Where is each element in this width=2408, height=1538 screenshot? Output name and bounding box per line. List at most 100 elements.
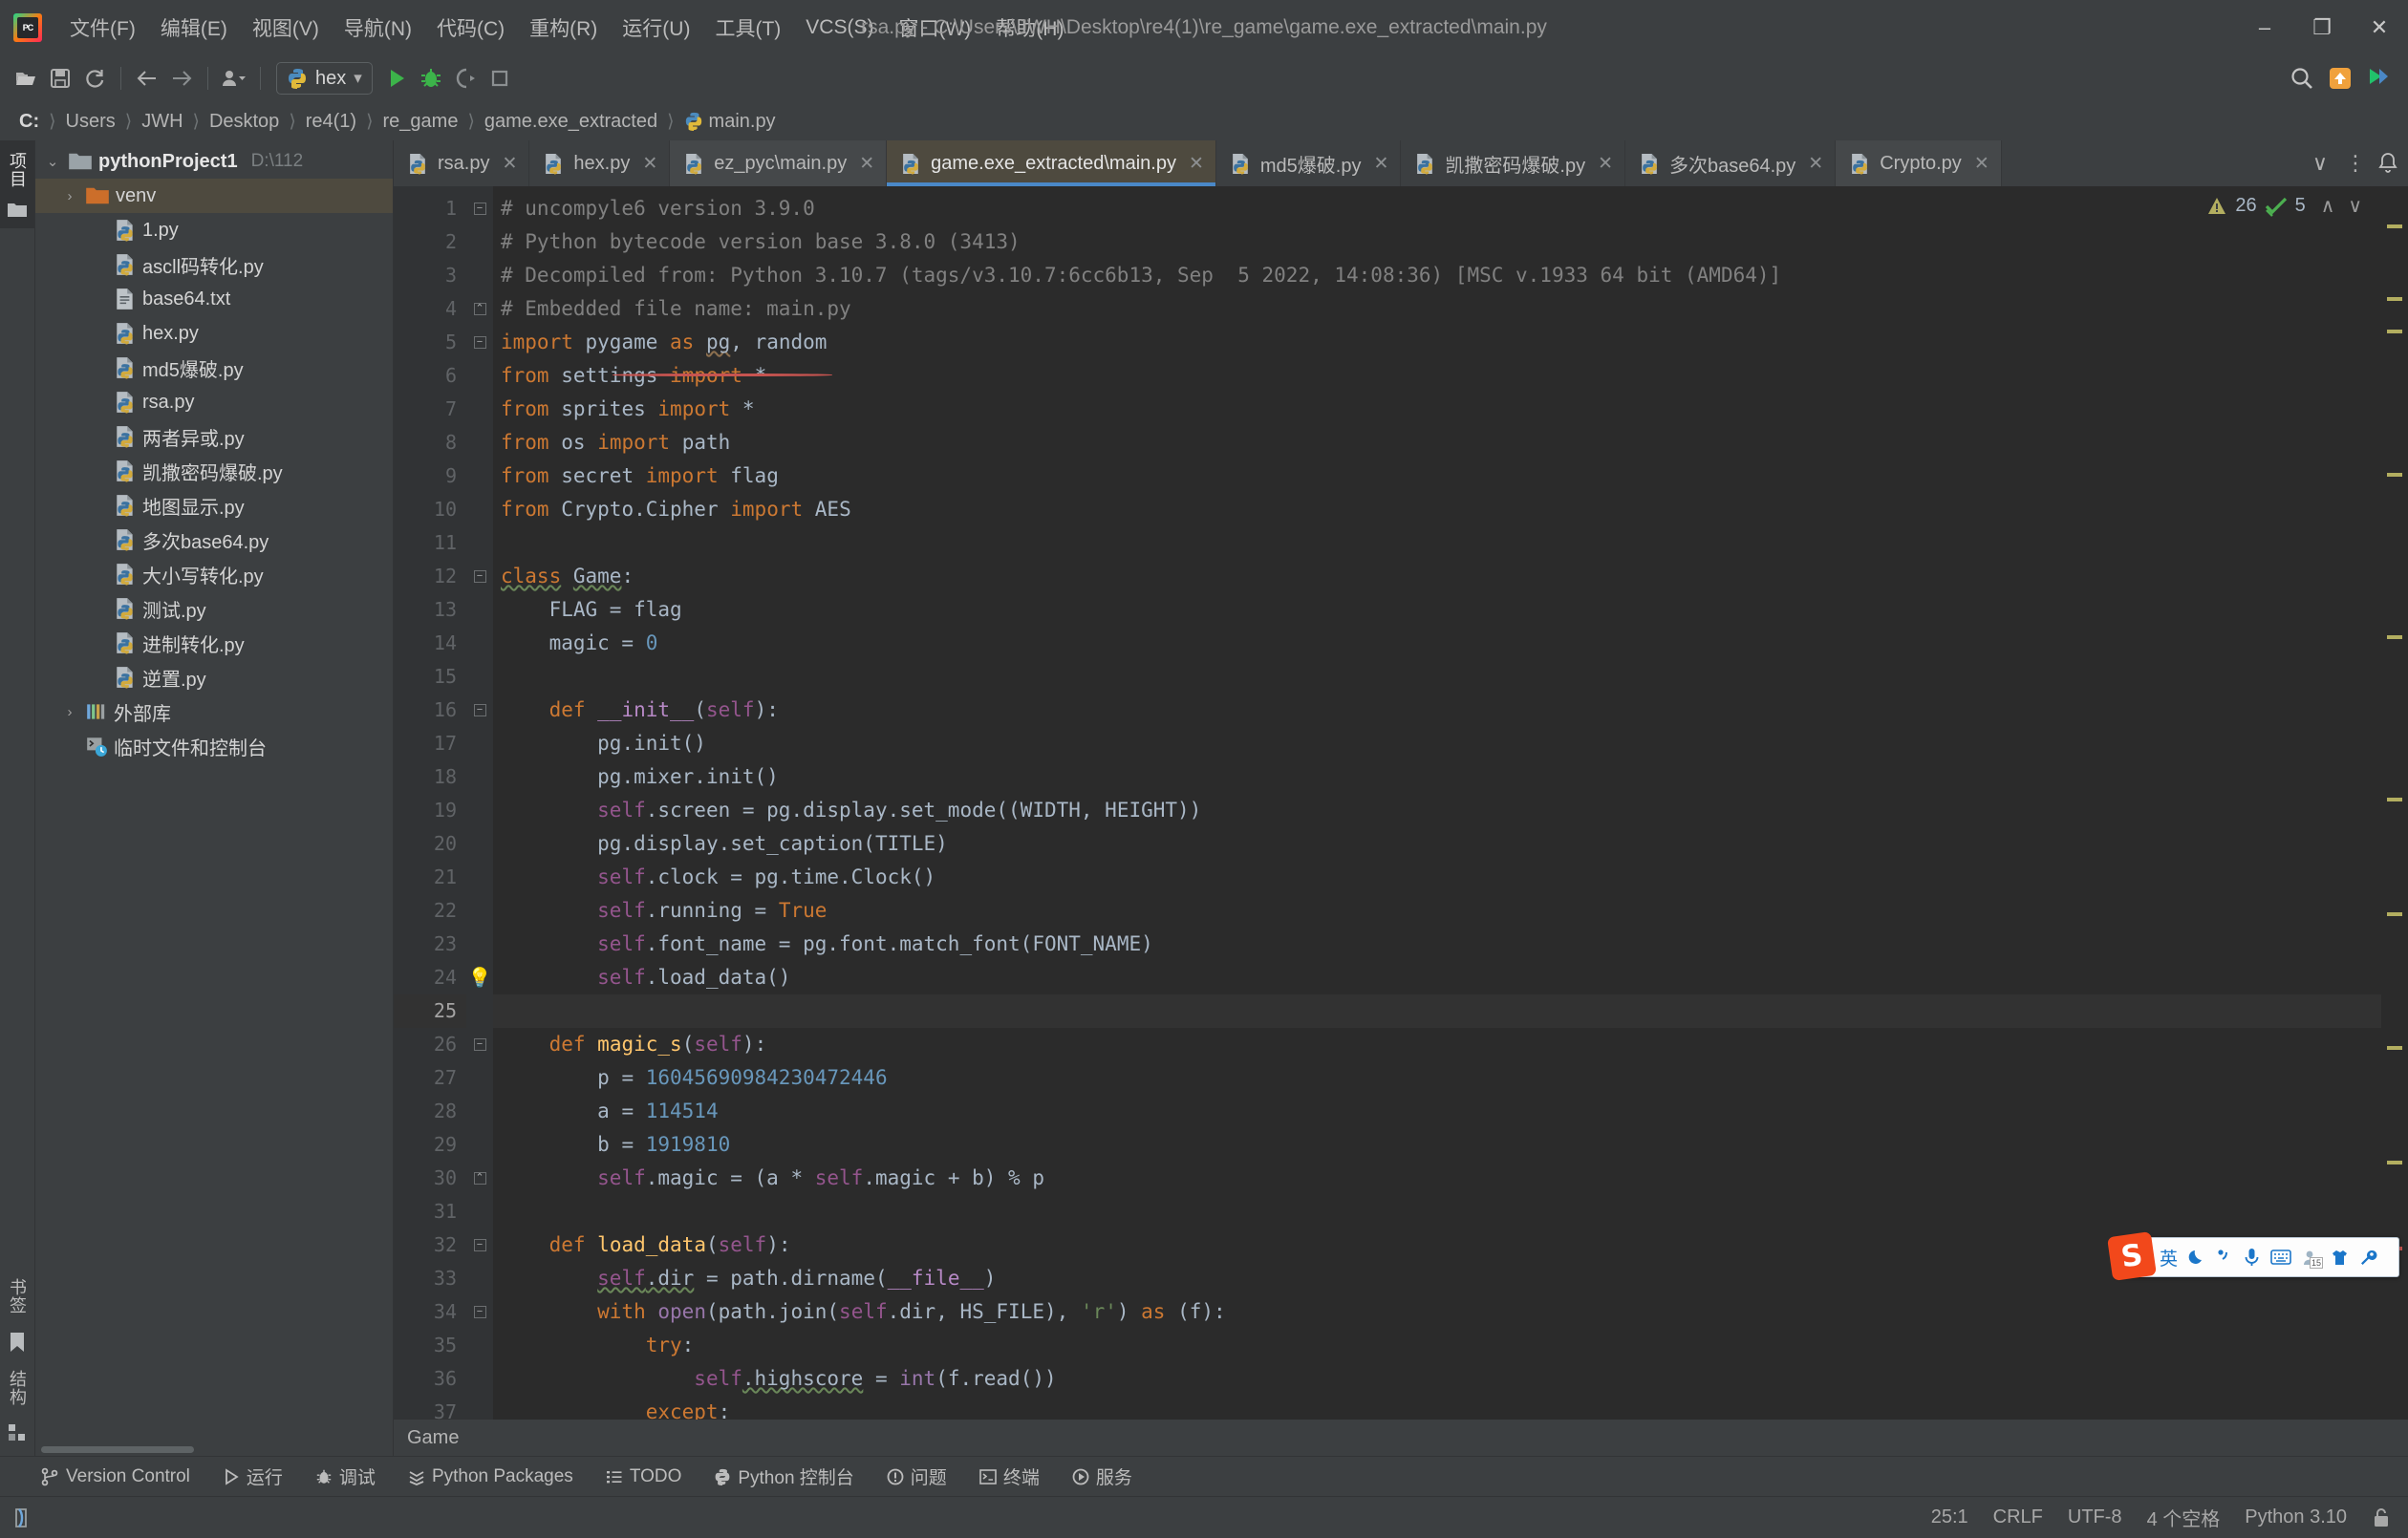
code-line[interactable]	[493, 994, 2381, 1028]
code-line[interactable]: def __init__(self):	[493, 694, 2381, 727]
run-with-coverage-button[interactable]	[449, 62, 482, 95]
menu-file[interactable]: 文件(F)	[57, 8, 148, 48]
breadcrumb-extracted[interactable]: game.exe_extracted	[479, 109, 663, 135]
fold-toggle-icon[interactable]: −	[466, 694, 493, 727]
code-line[interactable]: from Crypto.Cipher import AES	[493, 493, 2381, 526]
code-line[interactable]	[493, 526, 2381, 560]
file-encoding[interactable]: UTF-8	[2068, 1506, 2122, 1528]
keyboard-icon[interactable]	[2270, 1250, 2291, 1265]
fold-marker[interactable]: −	[473, 704, 486, 716]
tab-options-icon[interactable]: ⋮	[2337, 151, 2374, 176]
tree-item[interactable]: › 外部库	[35, 694, 393, 729]
code-line[interactable]: pg.init()	[493, 727, 2381, 760]
structure-icon[interactable]	[8, 1423, 27, 1442]
code-line[interactable]: FLAG = flag	[493, 593, 2381, 627]
menu-refactor[interactable]: 重构(R)	[517, 8, 610, 48]
code-line[interactable]: from os import path	[493, 426, 2381, 459]
close-button[interactable]: ✕	[2351, 0, 2408, 54]
sync-refresh-icon[interactable]	[78, 62, 111, 95]
lock-icon[interactable]	[2372, 1507, 2391, 1528]
prev-problem-icon[interactable]: ∧	[2313, 194, 2335, 218]
skin-icon[interactable]	[2331, 1249, 2349, 1267]
bookmark-icon[interactable]	[9, 1332, 26, 1353]
editor-tab[interactable]: md5爆破.py ✕	[1216, 140, 1402, 186]
tree-expand-arrow-icon[interactable]: ›	[60, 188, 79, 204]
sogou-logo-icon[interactable]: S	[2107, 1231, 2157, 1281]
breadcrumb-mainpy[interactable]: main.py	[678, 109, 782, 135]
tree-item[interactable]: › venv	[35, 179, 393, 213]
tree-item[interactable]: 测试.py	[35, 591, 393, 626]
tree-expand-arrow-icon[interactable]: ⌄	[43, 153, 62, 170]
mic-icon[interactable]	[2244, 1248, 2260, 1267]
code-line[interactable]: self.dir = path.dirname(__file__)	[493, 1262, 2381, 1295]
editor-tab[interactable]: 多次base64.py ✕	[1625, 140, 1837, 186]
bottom-tool-problems[interactable]: 问题	[881, 1461, 953, 1492]
code-line[interactable]: import pygame as pg, random	[493, 326, 2381, 359]
code-line[interactable]: self.running = True	[493, 894, 2381, 928]
tree-item[interactable]: hex.py	[35, 316, 393, 351]
code-line[interactable]: self.font_name = pg.font.match_font(FONT…	[493, 928, 2381, 961]
run-button[interactable]	[380, 62, 413, 95]
fold-toggle-icon[interactable]: ⌃	[466, 292, 493, 326]
tree-item[interactable]: 1.py	[35, 213, 393, 247]
tab-close-icon[interactable]: ✕	[642, 153, 657, 175]
fold-marker[interactable]: ⌃	[473, 1172, 486, 1185]
save-all-icon[interactable]	[44, 62, 76, 95]
tree-item[interactable]: ascll码转化.py	[35, 247, 393, 282]
bottom-tool-packages[interactable]: Python Packages	[402, 1463, 579, 1490]
code-line[interactable]: with open(path.join(self.dir, HS_FILE), …	[493, 1295, 2381, 1329]
editor-tab[interactable]: 凯撒密码爆破.py ✕	[1401, 140, 1625, 186]
tree-item[interactable]: 进制转化.py	[35, 626, 393, 660]
tab-close-icon[interactable]: ✕	[1189, 153, 1204, 175]
fold-marker[interactable]: −	[473, 336, 486, 349]
tree-item[interactable]: md5爆破.py	[35, 351, 393, 385]
code-line[interactable]: def magic_s(self):	[493, 1028, 2381, 1061]
fold-toggle-icon[interactable]: −	[466, 192, 493, 225]
inspection-widget[interactable]: 26 5 ∧ ∨	[2206, 194, 2362, 218]
code-line[interactable]: except:	[493, 1396, 2381, 1420]
editor-tab[interactable]: ez_pyc\main.py ✕	[670, 140, 888, 186]
line-separator[interactable]: CRLF	[1993, 1506, 2043, 1528]
fold-marker[interactable]: −	[473, 1239, 486, 1251]
code-line[interactable]: # uncompyle6 version 3.9.0	[493, 192, 2381, 225]
tree-item[interactable]: 临时文件和控制台	[35, 729, 393, 763]
fold-toggle-icon[interactable]: 💡	[466, 961, 493, 994]
editor-breadcrumb-footer[interactable]: Game	[394, 1420, 2408, 1456]
breadcrumb-jwh[interactable]: JWH	[136, 109, 188, 135]
code-line[interactable]: from secret import flag	[493, 459, 2381, 493]
breadcrumb-users[interactable]: Users	[60, 109, 121, 135]
user-icon[interactable]: 15	[2302, 1249, 2324, 1269]
code-line[interactable]: from sprites import *	[493, 393, 2381, 426]
profile-avatar-icon[interactable]	[218, 62, 250, 95]
tab-close-icon[interactable]: ✕	[859, 153, 874, 175]
fold-marker[interactable]: −	[473, 1038, 486, 1051]
code-line[interactable]: class Game:	[493, 560, 2381, 593]
code-line[interactable]	[493, 1195, 2381, 1228]
indent-setting[interactable]: 4 个空格	[2147, 1504, 2221, 1531]
tree-item[interactable]: ⌄ pythonProject1 D:\112	[35, 144, 393, 179]
menu-window[interactable]: 窗口(W)	[886, 8, 983, 48]
breadcrumb-re4[interactable]: re4(1)	[300, 109, 362, 135]
tab-close-icon[interactable]: ✕	[1808, 153, 1823, 175]
tree-item[interactable]: 地图显示.py	[35, 488, 393, 523]
debug-button[interactable]	[415, 62, 447, 95]
code-line[interactable]: self.magic = (a * self.magic + b) % p	[493, 1162, 2381, 1195]
project-horizontal-scrollbar[interactable]	[35, 1442, 393, 1456]
code-line[interactable]: self.load_data()	[493, 961, 2381, 994]
tree-item[interactable]: 逆置.py	[35, 660, 393, 694]
code-line[interactable]: self.highscore = int(f.read())	[493, 1362, 2381, 1396]
ide-settings-icon[interactable]	[2362, 62, 2395, 95]
minimize-button[interactable]: –	[2236, 0, 2293, 54]
code-line[interactable]: def load_data(self):	[493, 1228, 2381, 1262]
editor-tab[interactable]: Crypto.py ✕	[1836, 140, 2002, 186]
code-line[interactable]: pg.mixer.init()	[493, 760, 2381, 794]
fold-marker[interactable]: −	[473, 203, 486, 215]
tab-close-icon[interactable]: ✕	[1598, 153, 1613, 175]
intention-bulb-icon[interactable]: 💡	[468, 966, 492, 990]
open-folder-icon[interactable]	[10, 62, 42, 95]
code-line[interactable]: pg.display.set_caption(TITLE)	[493, 827, 2381, 861]
menu-help[interactable]: 帮助(H)	[983, 8, 1076, 48]
bottom-tool-terminal[interactable]: 终端	[974, 1461, 1045, 1492]
editor-tab[interactable]: rsa.py ✕	[394, 140, 530, 186]
tree-expand-arrow-icon[interactable]: ›	[60, 704, 79, 720]
